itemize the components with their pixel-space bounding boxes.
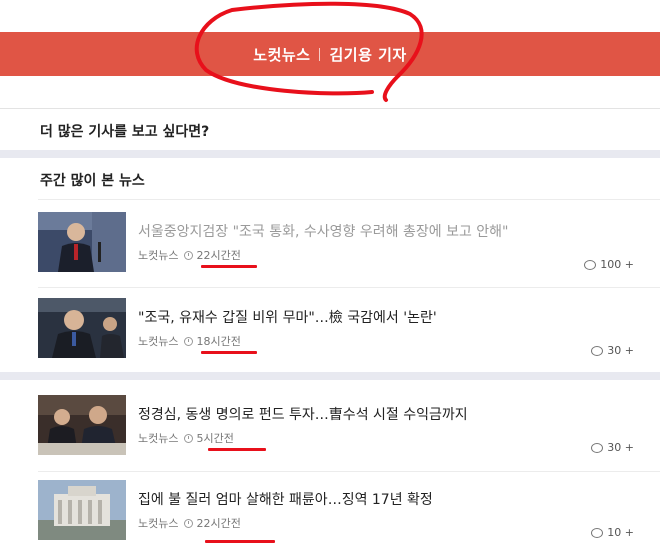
news-time: 18시간전 (196, 335, 241, 348)
news-meta: 노컷뉴스 5시간전 (138, 430, 234, 446)
comment-count[interactable]: 30 + (591, 344, 634, 357)
reporter-banner: 노컷뉴스 김기용 기자 (0, 32, 660, 76)
top-area (0, 0, 660, 32)
section-gap (0, 150, 660, 158)
news-thumbnail (38, 298, 126, 358)
red-underline-annotation (201, 265, 257, 268)
news-time: 5시간전 (196, 432, 234, 445)
red-underline-annotation (205, 540, 275, 543)
red-underline-annotation (208, 448, 266, 451)
comment-count-text: 30 + (607, 441, 634, 454)
comment-count-text: 100 + (600, 258, 634, 271)
news-item[interactable]: "조국, 유재수 갑질 비위 무마"…檢 국감에서 '논란' 노컷뉴스 18시간… (38, 298, 660, 370)
news-time: 22시간전 (196, 517, 241, 530)
news-source: 노컷뉴스 (138, 432, 179, 445)
clock-icon (184, 433, 194, 443)
comment-count-text: 30 + (607, 344, 634, 357)
news-headline[interactable]: 서울중앙지검장 "조국 통화, 수사영향 우려해 총장에 보고 안해" (138, 221, 508, 241)
weekly-popular-title: 주간 많이 본 뉴스 (40, 173, 145, 189)
more-articles-title: 더 많은 기사를 보고 싶다면? (40, 124, 210, 140)
comment-bubble-icon (591, 345, 604, 356)
news-meta: 노컷뉴스 18시간전 (138, 333, 241, 349)
news-headline[interactable]: 정경심, 동생 명의로 펀드 투자…曺수석 시절 수익금까지 (138, 404, 468, 424)
news-item[interactable]: 집에 불 질러 엄마 살해한 패륜아…징역 17년 확정 노컷뉴스 22시간전 … (38, 480, 660, 552)
section-gap (0, 372, 660, 380)
more-articles-section[interactable]: 더 많은 기사를 보고 싶다면? (0, 108, 660, 150)
clock-icon (184, 336, 194, 346)
divider (38, 287, 660, 288)
comment-count[interactable]: 10 + (591, 526, 634, 539)
news-source: 노컷뉴스 (138, 335, 179, 348)
news-source: 노컷뉴스 (138, 249, 179, 262)
news-source: 노컷뉴스 (138, 517, 179, 530)
banner-byline[interactable]: 노컷뉴스 김기용 기자 (0, 32, 660, 76)
comment-bubble-icon (584, 259, 597, 270)
clock-icon (184, 518, 194, 528)
news-time: 22시간전 (196, 249, 241, 262)
news-meta: 노컷뉴스 22시간전 (138, 247, 241, 263)
clock-icon (184, 250, 194, 260)
news-thumbnail (38, 212, 126, 272)
red-underline-annotation (201, 351, 257, 354)
news-meta: 노컷뉴스 22시간전 (138, 515, 241, 531)
news-headline[interactable]: 집에 불 질러 엄마 살해한 패륜아…징역 17년 확정 (138, 489, 433, 509)
comment-count[interactable]: 100 + (584, 258, 634, 271)
comment-count[interactable]: 30 + (591, 441, 634, 454)
news-thumbnail (38, 395, 126, 455)
banner-separator (319, 47, 321, 61)
comment-bubble-icon (591, 442, 604, 453)
divider (38, 199, 660, 200)
news-item[interactable]: 서울중앙지검장 "조국 통화, 수사영향 우려해 총장에 보고 안해" 노컷뉴스… (38, 212, 660, 284)
divider (38, 471, 660, 472)
news-headline[interactable]: "조국, 유재수 갑질 비위 무마"…檢 국감에서 '논란' (138, 307, 437, 327)
banner-reporter: 김기용 기자 (329, 45, 407, 64)
comment-bubble-icon (591, 527, 604, 538)
news-thumbnail (38, 480, 126, 540)
comment-count-text: 10 + (607, 526, 634, 539)
news-item[interactable]: 정경심, 동생 명의로 펀드 투자…曺수석 시절 수익금까지 노컷뉴스 5시간전… (38, 395, 660, 467)
banner-outlet: 노컷뉴스 (253, 45, 311, 64)
